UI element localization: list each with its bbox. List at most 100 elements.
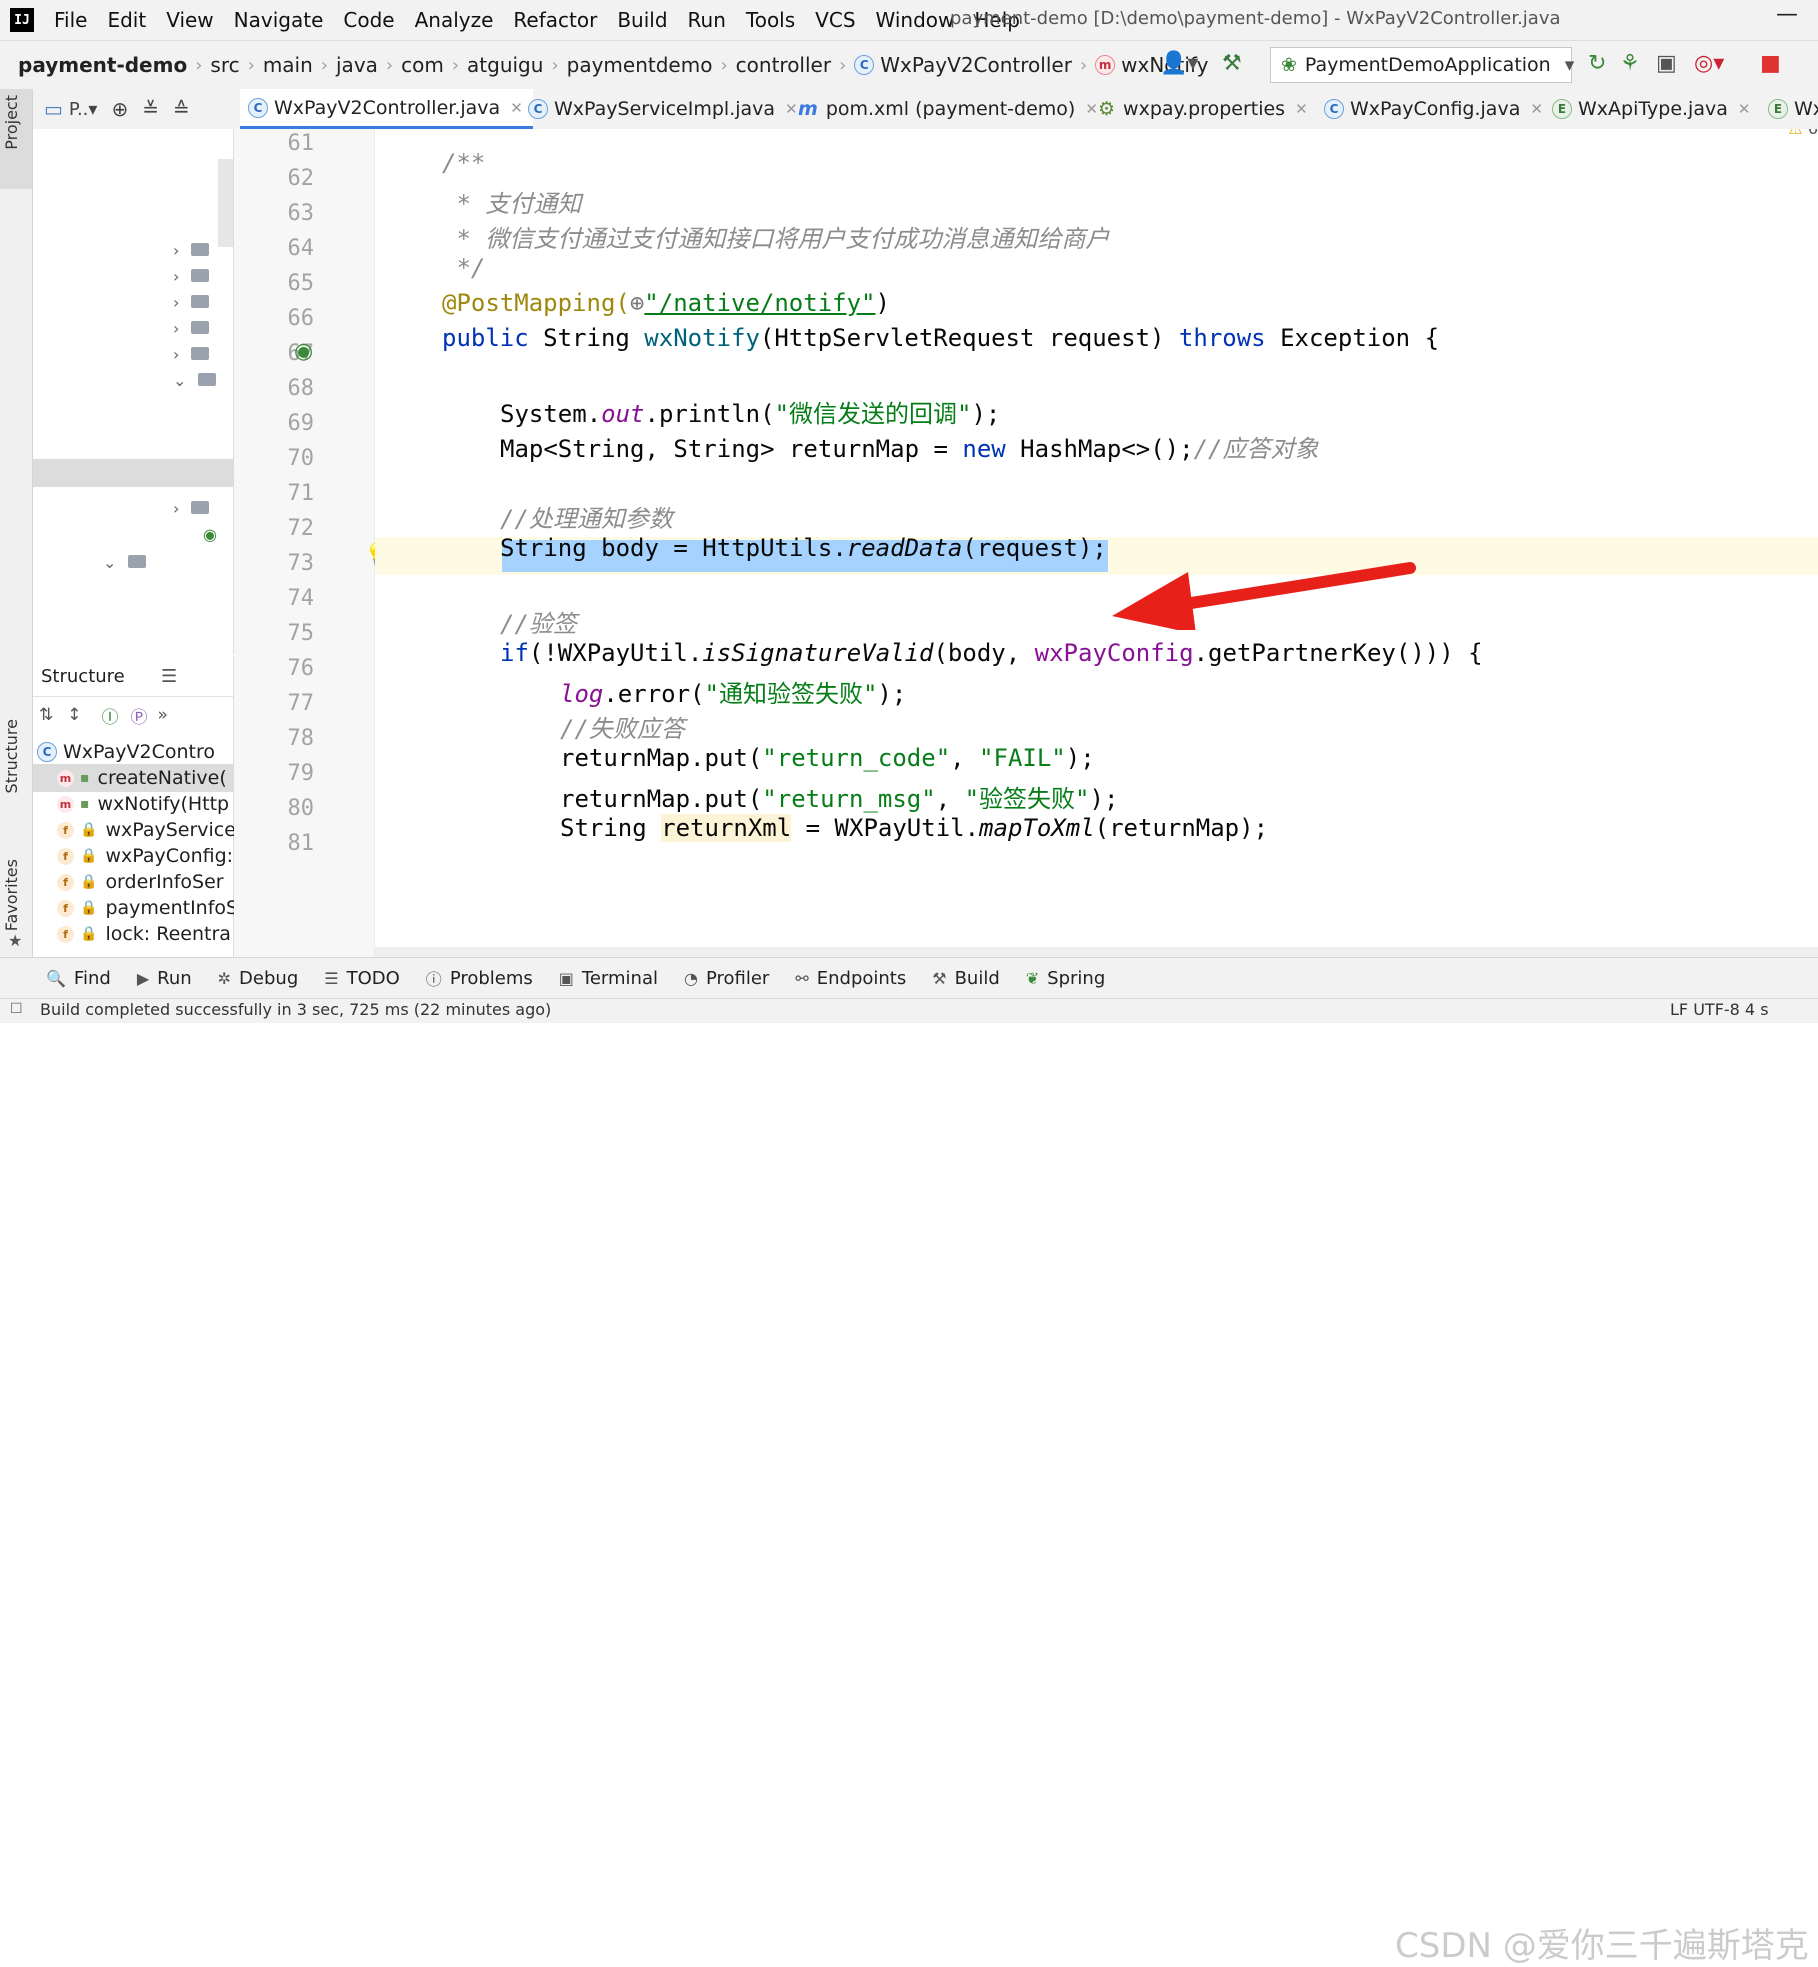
tool-debug[interactable]: ✲ Debug	[218, 968, 299, 989]
structure-class-row[interactable]: C WxPayV2Contro	[37, 738, 229, 766]
close-icon[interactable]: ✕	[1085, 100, 1098, 118]
tool-todo[interactable]: ☰ TODO	[324, 968, 400, 989]
warnings-indicator[interactable]: ⚠ 6	[1788, 129, 1818, 138]
scroll-indicator	[218, 159, 233, 247]
breadcrumb-paymentdemo[interactable]: paymentdemo	[567, 53, 713, 77]
tab-pom-xml[interactable]: m pom.xml (payment-demo) ✕	[798, 89, 1098, 129]
options-icon[interactable]: ☰	[161, 666, 177, 687]
tool-terminal[interactable]: ▣ Terminal	[559, 968, 658, 989]
tree-folder-row[interactable]: ›	[173, 319, 210, 338]
close-icon[interactable]: ✕	[510, 99, 523, 117]
menu-edit[interactable]: Edit	[107, 8, 146, 32]
tool-endpoints[interactable]: ⚯ Endpoints	[795, 968, 906, 989]
status-encoding[interactable]: LF UTF-8 4 s	[1670, 1000, 1769, 1019]
sort-alphabetically-icon[interactable]: ↕	[67, 705, 81, 725]
breadcrumb-main[interactable]: main	[263, 53, 313, 77]
tool-profiler[interactable]: ◔ Profiler	[684, 968, 769, 989]
breadcrumb-src[interactable]: src	[210, 53, 239, 77]
menu-build[interactable]: Build	[617, 8, 667, 32]
expand-all-icon[interactable]: ≚	[142, 97, 159, 121]
tree-folder-row[interactable]: ›	[173, 293, 210, 312]
breadcrumb-class[interactable]: C WxPayV2Controller	[854, 53, 1072, 77]
sort-by-visibility-icon[interactable]: ⇅	[39, 705, 53, 725]
tab-wx-truncated[interactable]: E Wx	[1768, 89, 1818, 129]
menu-run[interactable]: Run	[688, 8, 726, 32]
menu-vcs[interactable]: VCS	[815, 8, 855, 32]
tool-find[interactable]: 🔍 Find	[46, 968, 111, 989]
show-properties-icon[interactable]: Ⓟ	[131, 703, 148, 728]
horizontal-scrollbar[interactable]	[375, 947, 1818, 957]
structure-member-row[interactable]: m ▪ wxNotify(Http	[57, 790, 249, 818]
tab-wxpayconfig[interactable]: C WxPayConfig.java ✕	[1324, 89, 1543, 129]
close-icon[interactable]: ✕	[1738, 100, 1751, 118]
tree-folder-row[interactable]: ⌄	[103, 553, 147, 572]
run-configuration-select[interactable]: ❀ PaymentDemoApplication ▾	[1270, 47, 1574, 83]
tool-run[interactable]: ▶ Run	[137, 968, 192, 989]
stop-icon[interactable]: ■	[1760, 51, 1781, 76]
structure-stripe-label[interactable]: Structure	[2, 719, 21, 793]
code-editor[interactable]: ⚠ 6 /** * 支付通知 * 微信支付通过支付通知接口将用户支付成功消息通知…	[375, 129, 1818, 957]
structure-member-row[interactable]: m ▪ createNative(	[33, 764, 233, 792]
project-stripe-button[interactable]: Project	[0, 89, 32, 189]
keyword-token: throws	[1178, 324, 1266, 352]
code-line-81: String returnXml = WXPayUtil.mapToXml(re…	[560, 814, 1268, 842]
tab-wxapitype[interactable]: E WxApiType.java ✕	[1552, 89, 1750, 129]
selected-tree-row[interactable]	[33, 459, 233, 487]
hammer-build-icon[interactable]: ⚒	[1222, 51, 1242, 76]
collapse-all-icon[interactable]: ≙	[173, 97, 190, 121]
breadcrumb-controller[interactable]: controller	[736, 53, 831, 77]
status-toggle-icon[interactable]: ☐	[10, 1001, 23, 1017]
menu-refactor[interactable]: Refactor	[513, 8, 597, 32]
tree-folder-row[interactable]: ›	[173, 345, 210, 364]
show-inherited-icon[interactable]: Ⓘ	[102, 703, 119, 728]
tool-problems[interactable]: ⓘ Problems	[426, 966, 533, 990]
locate-icon[interactable]: ⊕	[111, 97, 128, 121]
more-icon[interactable]: »	[158, 705, 168, 725]
project-view-select[interactable]: P..▾	[69, 99, 98, 120]
minimize-button[interactable]: —	[1776, 2, 1798, 27]
structure-member-row[interactable]: f 🔒 wxPayConfig:	[57, 842, 249, 870]
breadcrumb-java[interactable]: java	[336, 53, 378, 77]
tree-folder-row[interactable]: ›	[173, 267, 210, 286]
tool-build[interactable]: ⚒ Build	[932, 968, 1000, 989]
rerun-icon[interactable]: ↻	[1588, 51, 1606, 76]
breadcrumb-com[interactable]: com	[401, 53, 444, 77]
tool-spring[interactable]: ❦ Spring	[1026, 968, 1106, 989]
debug-icon[interactable]: ⚘	[1620, 51, 1640, 76]
structure-member-row[interactable]: f 🔒 paymentInfoS	[57, 894, 249, 922]
profile-icon[interactable]: ◎▾	[1694, 51, 1724, 76]
tree-folder-row[interactable]: ⌄	[173, 371, 217, 390]
breadcrumb-project[interactable]: payment-demo	[18, 53, 187, 77]
globe-icon[interactable]: ⊕	[630, 289, 644, 317]
close-icon[interactable]: ✕	[1295, 100, 1308, 118]
menu-analyze[interactable]: Analyze	[415, 8, 494, 32]
line-number: 75	[287, 621, 315, 646]
close-icon[interactable]: ✕	[785, 100, 798, 118]
menu-view[interactable]: View	[166, 8, 213, 32]
breadcrumb-atguigu[interactable]: atguigu	[467, 53, 543, 77]
tree-folder-row[interactable]: ›	[173, 241, 210, 260]
url-token[interactable]: "/native/notify"	[644, 289, 875, 317]
close-icon[interactable]: ✕	[1530, 100, 1543, 118]
tab-wxpayv2controller[interactable]: C WxPayV2Controller.java ✕	[240, 89, 533, 129]
spring-endpoint-gutter-icon[interactable]: ◉	[294, 339, 313, 364]
structure-member-row[interactable]: f 🔒 wxPayService	[57, 816, 249, 844]
menu-file[interactable]: File	[54, 8, 87, 32]
folder-icon	[128, 555, 147, 568]
menu-code[interactable]: Code	[343, 8, 394, 32]
menu-tools[interactable]: Tools	[746, 8, 795, 32]
tab-wxpay-properties[interactable]: ⚙ wxpay.properties ✕	[1098, 89, 1308, 129]
tab-wxpayserviceimpl[interactable]: C WxPayServiceImpl.java ✕	[528, 89, 798, 129]
menu-window[interactable]: Window	[876, 8, 955, 32]
structure-member-row[interactable]: f 🔒 orderInfoSer	[57, 868, 249, 896]
tree-folder-row[interactable]: ›	[173, 499, 210, 518]
user-icon[interactable]: 👤▾	[1160, 51, 1198, 76]
coverage-icon[interactable]: ▣	[1656, 51, 1677, 76]
member-label: wxNotify(Http	[97, 793, 230, 815]
menu-navigate[interactable]: Navigate	[234, 8, 324, 32]
spring-app-icon[interactable]: ◉	[203, 525, 217, 544]
structure-member-row[interactable]: f 🔒 lock: Reentra	[57, 920, 249, 948]
breadcrumb-separator: ›	[720, 54, 728, 76]
folder-icon	[191, 243, 210, 256]
favorites-stripe-label[interactable]: Favorites	[2, 859, 21, 931]
